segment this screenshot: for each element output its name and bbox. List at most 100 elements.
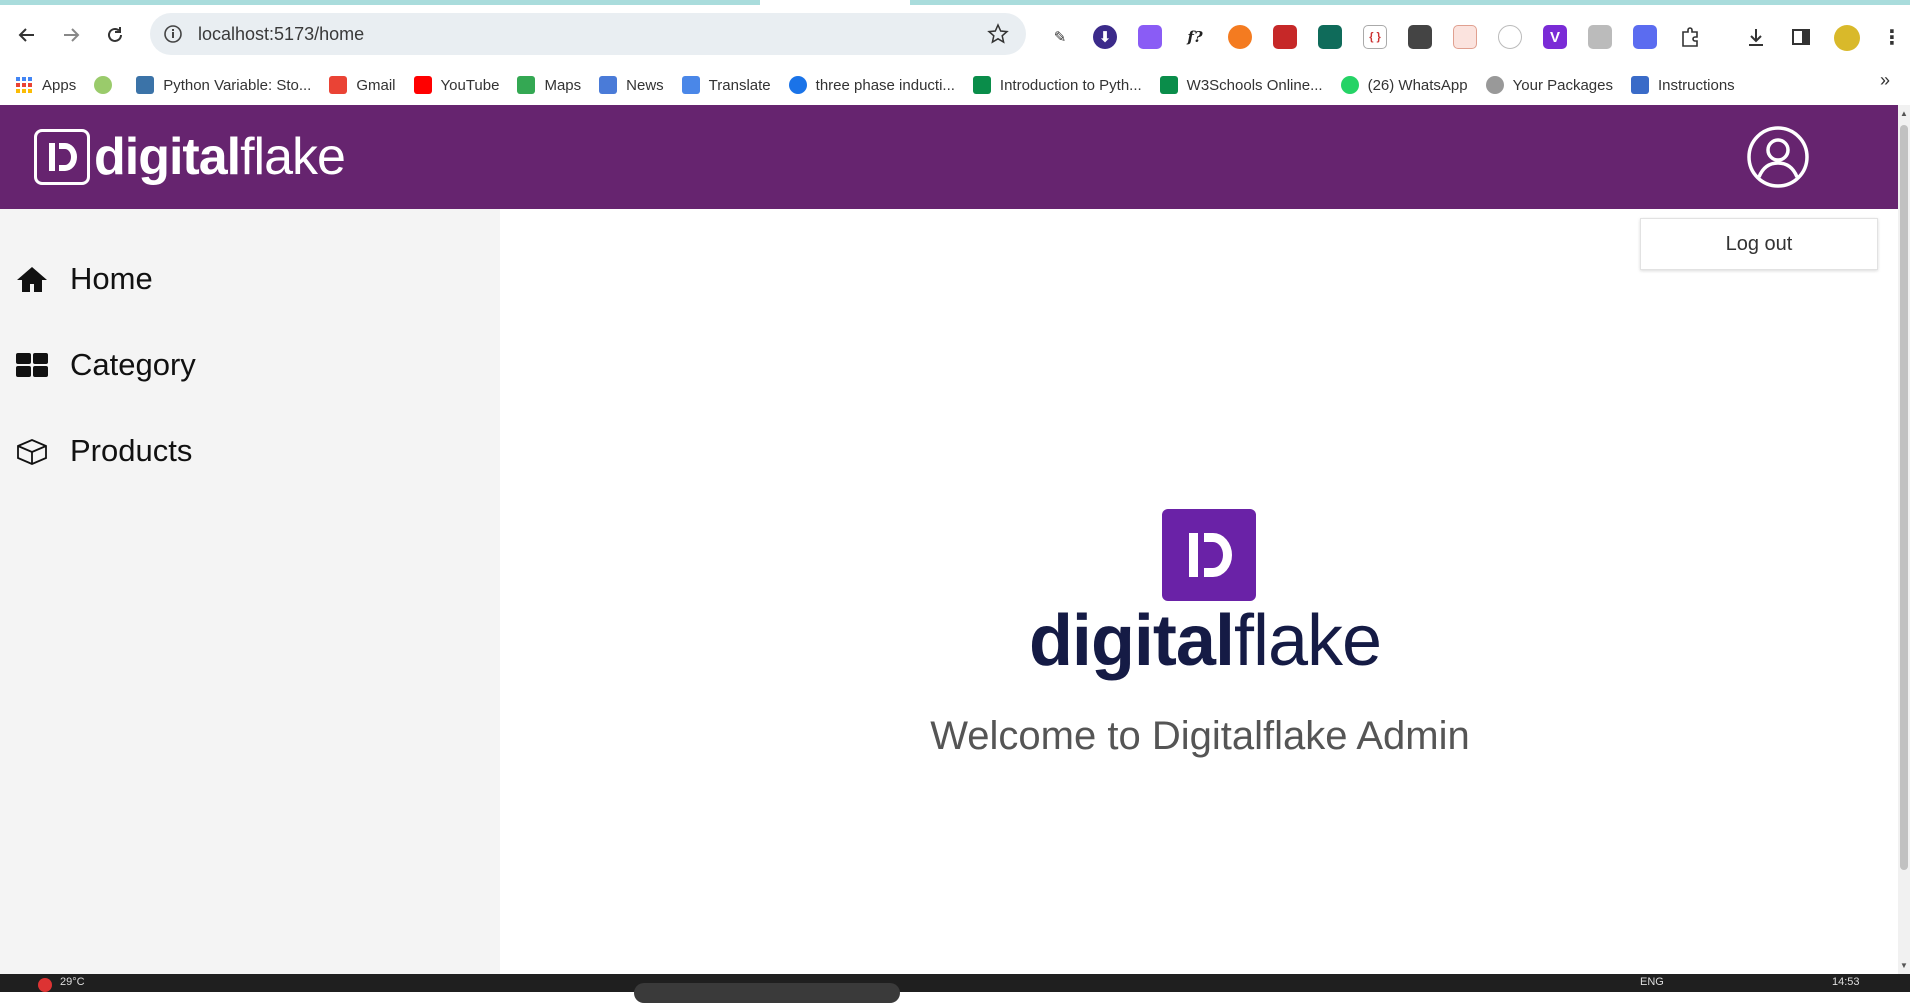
formula-extension-icon[interactable]: f? — [1183, 25, 1207, 49]
gmail-icon — [329, 76, 348, 94]
puzzle-extensions-icon[interactable] — [1678, 25, 1702, 49]
kebab-menu-icon[interactable]: ⋮ — [1880, 25, 1904, 49]
sidebar: Home Category Products — [0, 209, 500, 974]
orange-extension-icon[interactable] — [1228, 25, 1252, 49]
bookmark-label: three phase inducti... — [815, 76, 955, 94]
box-icon — [14, 433, 50, 469]
bookmark-label: Your Packages — [1512, 76, 1613, 94]
weather-text[interactable]: 29°C — [60, 976, 85, 988]
home-icon — [14, 261, 50, 297]
user-circle-icon — [1747, 126, 1809, 188]
scroll-thumb[interactable] — [1900, 125, 1908, 870]
translate-icon — [681, 76, 700, 94]
red-extension-icon[interactable] — [1273, 25, 1297, 49]
address-bar[interactable]: localhost:5173/home — [150, 13, 1026, 55]
bookmark-label: (26) WhatsApp — [1367, 76, 1468, 94]
forward-arrow-icon — [64, 28, 80, 42]
app-header: digitalflake — [0, 105, 1898, 209]
scroll-down-arrow-icon[interactable]: ▼ — [1900, 961, 1908, 970]
download-extension-icon[interactable]: ⬇ — [1093, 25, 1117, 49]
reload-icon — [108, 27, 122, 42]
site-info-icon[interactable] — [162, 23, 184, 45]
bookmark-python-variable[interactable]: Python Variable: Sto... — [127, 70, 320, 100]
bookmark-label: YouTube — [440, 76, 500, 94]
bookmark-label: Gmail — [356, 76, 396, 94]
blue-extension-icon[interactable] — [1633, 25, 1657, 49]
center-brand-light: flake — [1233, 601, 1382, 681]
sidebar-item-label: Home — [70, 261, 153, 296]
card-extension-icon[interactable] — [1588, 25, 1612, 49]
w3schools-icon — [1159, 76, 1178, 94]
profile-avatar[interactable] — [1834, 25, 1860, 51]
bookmark-label: Maps — [544, 76, 582, 94]
whatsapp-icon — [1340, 76, 1359, 94]
globe-icon — [94, 76, 113, 94]
downloads-icon[interactable] — [1744, 25, 1768, 49]
bookmark-apps[interactable]: Apps — [6, 70, 85, 100]
search-icon — [788, 76, 807, 94]
bookmark-translate[interactable]: Translate — [673, 70, 780, 100]
sidebar-item-home[interactable]: Home — [14, 254, 153, 304]
dark-extension-icon[interactable] — [1408, 25, 1432, 49]
compass-extension-icon[interactable] — [1498, 25, 1522, 49]
bookmark-your-packages[interactable]: Your Packages — [1477, 70, 1622, 100]
bookmark-intro-python[interactable]: Introduction to Pyth... — [964, 70, 1151, 100]
taskbar-search[interactable] — [634, 983, 900, 1003]
side-panel-icon[interactable] — [1789, 25, 1813, 49]
instructions-icon — [1630, 76, 1649, 94]
bookmark-unnamed[interactable] — [85, 70, 127, 100]
back-button[interactable] — [5, 13, 49, 57]
brand-name: digitalflake — [94, 127, 346, 187]
sidebar-item-products[interactable]: Products — [14, 426, 192, 476]
user-profile-button[interactable] — [1746, 125, 1810, 189]
brand-bold: digital — [94, 128, 241, 186]
language-indicator[interactable]: ENG — [1640, 976, 1664, 988]
back-arrow-icon — [18, 28, 34, 42]
news-icon — [599, 76, 618, 94]
page-scrollbar[interactable]: ▲ ▼ — [1898, 105, 1910, 974]
logo-d-icon — [34, 129, 90, 185]
apps-grid-icon — [16, 77, 32, 93]
bookmark-gmail[interactable]: Gmail — [320, 70, 404, 100]
browser-toolbar: localhost:5173/home ✎ ⬇ f? { } V ⋮ — [0, 5, 1910, 65]
bookmarks-bar: Apps Python Variable: Sto... Gmail YouTu… — [0, 65, 1910, 105]
bookmark-three-phase[interactable]: three phase inducti... — [780, 70, 964, 100]
center-logo-icon — [1162, 509, 1256, 601]
logout-button[interactable]: Log out — [1640, 218, 1878, 270]
scroll-up-arrow-icon[interactable]: ▲ — [1900, 109, 1908, 118]
bookmark-maps[interactable]: Maps — [508, 70, 590, 100]
welcome-message: Welcome to Digitalflake Admin — [930, 714, 1470, 758]
forward-button[interactable] — [49, 13, 93, 57]
bookmark-instructions[interactable]: Instructions — [1622, 70, 1744, 100]
brand-light: flake — [240, 128, 346, 186]
pen-extension-icon[interactable]: ✎ — [1048, 25, 1072, 49]
bookmark-whatsapp[interactable]: (26) WhatsApp — [1332, 70, 1477, 100]
sidebar-item-label: Category — [70, 347, 196, 382]
bookmark-label: Translate — [708, 76, 771, 94]
bracket-extension-icon[interactable]: { } — [1363, 25, 1387, 49]
w3schools-icon — [972, 76, 991, 94]
calendar-extension-icon[interactable] — [1453, 25, 1477, 49]
grid-icon — [14, 347, 50, 383]
green-extension-icon[interactable] — [1318, 25, 1342, 49]
github-icon — [1485, 76, 1504, 94]
clock[interactable]: 14:53 — [1832, 976, 1860, 988]
bookmark-label: News — [626, 76, 664, 94]
sidebar-item-category[interactable]: Category — [14, 340, 196, 390]
center-brand-bold: digital — [1028, 601, 1235, 681]
bookmark-youtube[interactable]: YouTube — [405, 70, 509, 100]
v-extension-icon[interactable]: V — [1543, 25, 1567, 49]
brand-logo[interactable]: digitalflake — [34, 127, 346, 187]
bookmark-w3schools[interactable]: W3Schools Online... — [1151, 70, 1332, 100]
weather-badge-icon — [38, 978, 52, 992]
bookmark-star-icon[interactable] — [986, 22, 1010, 46]
bookmark-news[interactable]: News — [590, 70, 673, 100]
bookmark-label: W3Schools Online... — [1186, 76, 1323, 94]
youtube-icon — [413, 76, 432, 94]
os-taskbar: 29°C ENG 14:53 — [0, 974, 1910, 1003]
reload-button[interactable] — [93, 13, 137, 57]
bookmarks-overflow-button[interactable]: » — [1880, 70, 1890, 91]
bookmark-label: Introduction to Pyth... — [999, 76, 1142, 94]
gradient-extension-icon[interactable] — [1138, 25, 1162, 49]
sidebar-item-label: Products — [70, 433, 193, 468]
